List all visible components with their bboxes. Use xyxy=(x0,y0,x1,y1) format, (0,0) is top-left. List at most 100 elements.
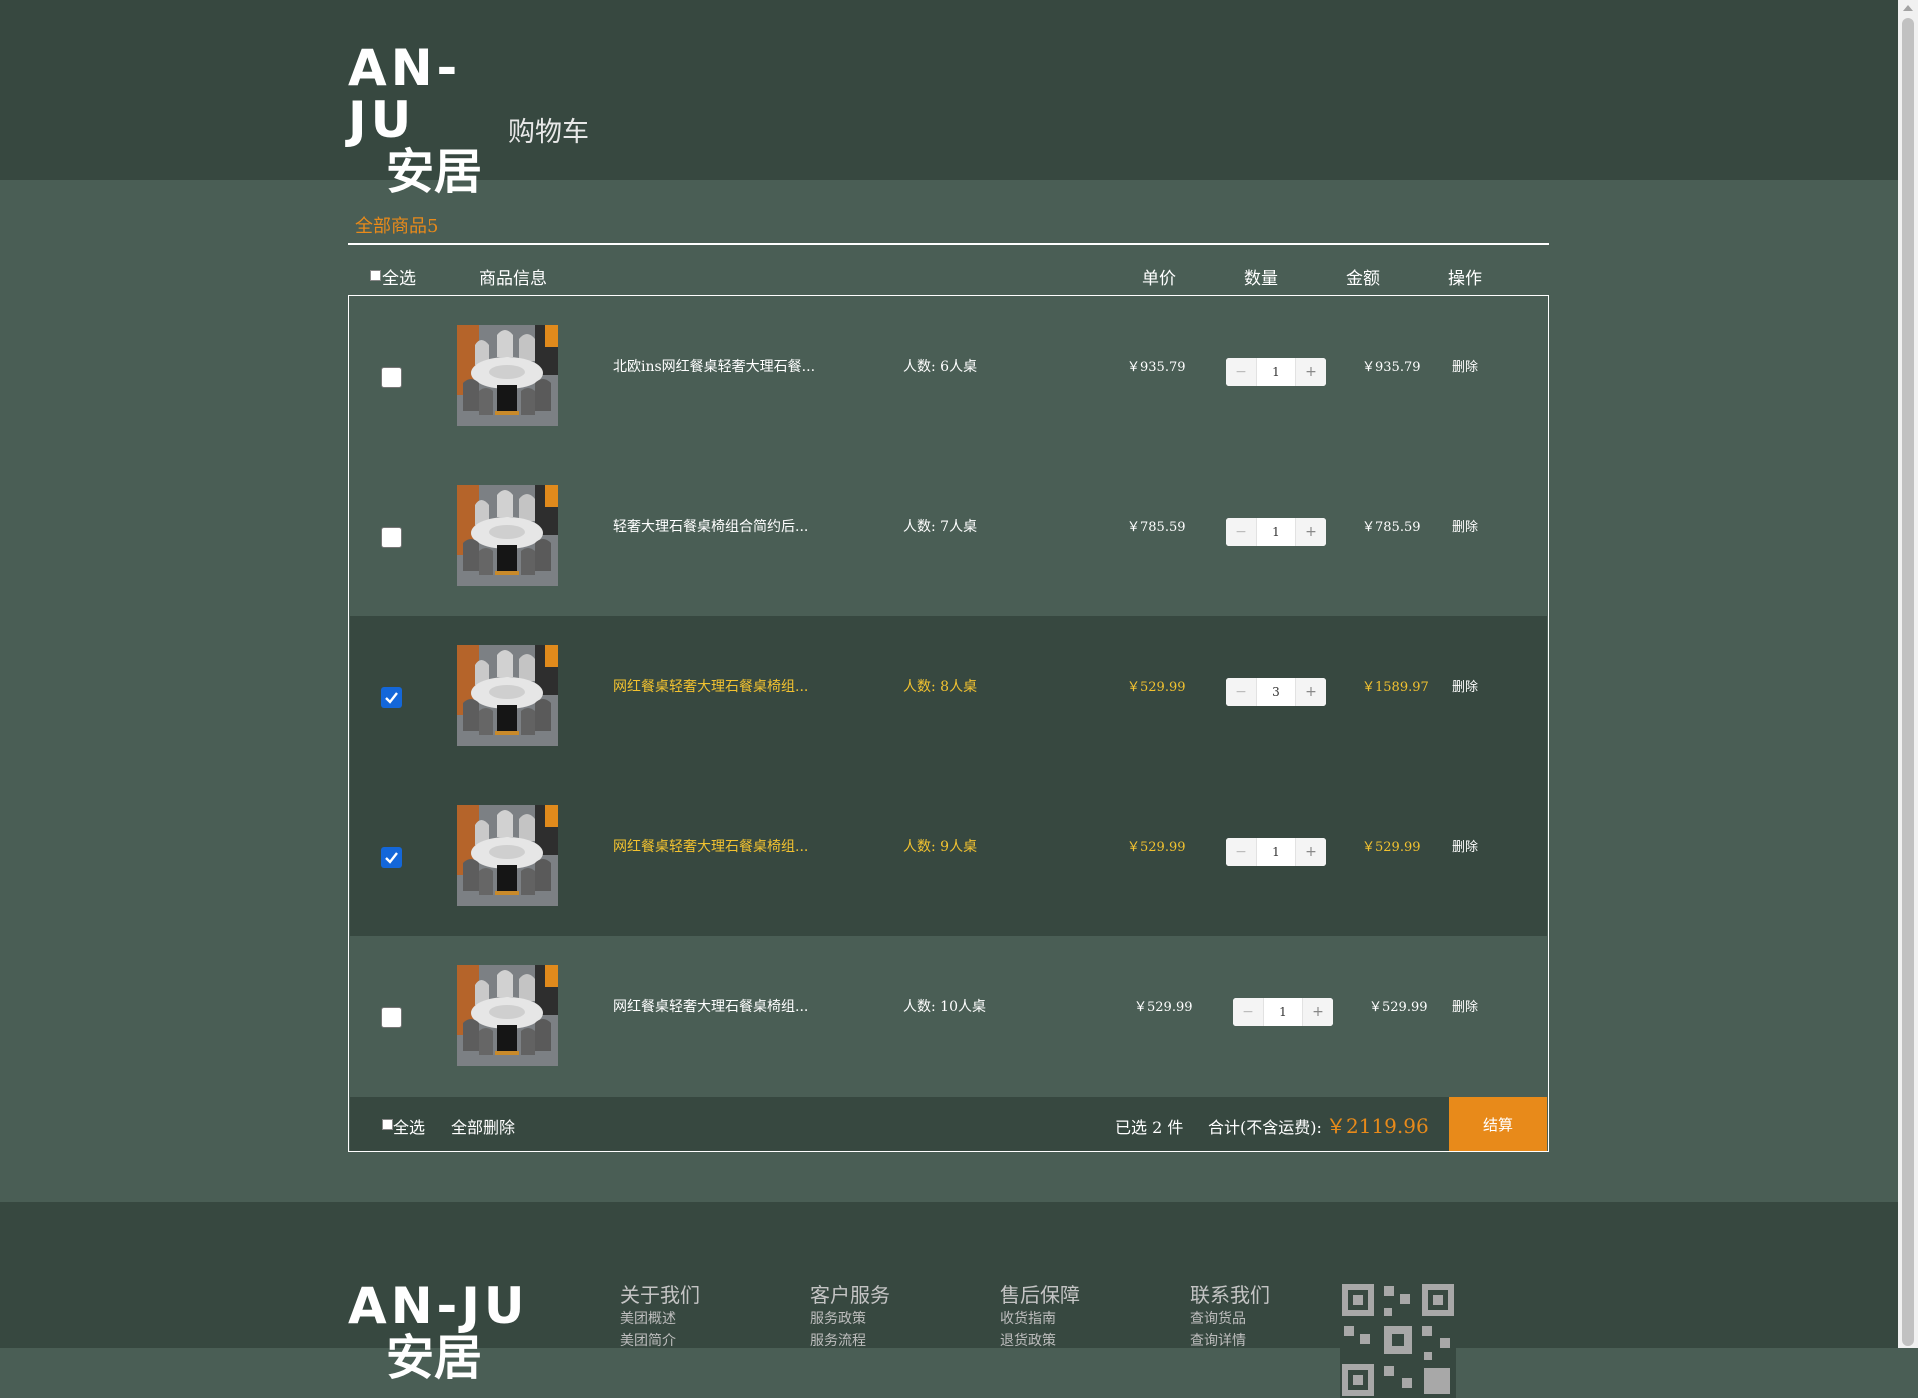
footer-logo[interactable]: AN-JU 安居 xyxy=(348,1280,529,1384)
select-all-label-bottom[interactable]: 全选 xyxy=(393,1114,425,1138)
increase-quantity-button[interactable]: + xyxy=(1296,358,1326,386)
page-title: 购物车 xyxy=(508,117,589,148)
unit-price: ￥529.99 xyxy=(1127,680,1186,695)
column-quantity: 数量 xyxy=(1244,269,1278,289)
product-spec: 人数: 7人桌 xyxy=(903,519,978,535)
checkmark-icon xyxy=(385,692,398,704)
unit-price: ￥529.99 xyxy=(1134,1000,1193,1015)
footer-col-about: 关于我们 美团概述 美团简介 xyxy=(620,1282,700,1352)
quantity-input[interactable]: 1 xyxy=(1263,998,1303,1026)
footer-link[interactable]: 查询详情 xyxy=(1190,1330,1270,1352)
delete-item-button[interactable]: 删除 xyxy=(1452,836,1478,855)
decrease-quantity-button[interactable]: − xyxy=(1226,358,1256,386)
scrollbar-thumb[interactable] xyxy=(1902,18,1914,1346)
unit-price: ￥785.59 xyxy=(1127,520,1186,535)
selected-count: 已选 2 件 xyxy=(1115,1118,1184,1137)
product-thumbnail[interactable] xyxy=(457,485,558,586)
cart-item-row: 网红餐桌轻奢大理石餐桌椅组... 人数: 10人桌 ￥529.99 −1 + ￥529.9… xyxy=(350,936,1547,1096)
item-checkbox[interactable] xyxy=(381,687,402,708)
footer-link[interactable]: 退货政策 xyxy=(1000,1330,1080,1352)
quantity-input[interactable]: 1 xyxy=(1256,358,1296,386)
footer-link[interactable]: 收货指南 xyxy=(1000,1308,1080,1330)
column-product-info: 商品信息 xyxy=(479,269,547,289)
column-unit-price: 单价 xyxy=(1142,269,1176,289)
footer-col-service: 客户服务 服务政策 服务流程 xyxy=(810,1282,890,1352)
increase-quantity-button[interactable]: + xyxy=(1296,518,1326,546)
logo-chinese: 安居 xyxy=(386,144,483,200)
footer-col-aftersales: 售后保障 收货指南 退货政策 xyxy=(1000,1282,1080,1352)
unit-price: ￥935.79 xyxy=(1127,360,1186,375)
checkout-button[interactable]: 结算 xyxy=(1449,1097,1547,1151)
site-logo[interactable]: AN-JU 安居 xyxy=(348,42,518,198)
footer-link[interactable]: 服务政策 xyxy=(810,1308,890,1330)
scroll-up-arrow-icon[interactable] xyxy=(1903,5,1913,11)
item-subtotal: ￥529.99 xyxy=(1369,1000,1428,1015)
item-checkbox[interactable] xyxy=(381,527,402,548)
page-scrollbar[interactable] xyxy=(1898,0,1918,1348)
decrease-quantity-button[interactable]: − xyxy=(1233,998,1263,1026)
product-thumbnail[interactable] xyxy=(457,965,558,1066)
footer-col-title: 售后保障 xyxy=(1000,1283,1080,1307)
increase-quantity-button[interactable]: + xyxy=(1296,678,1326,706)
quantity-input[interactable]: 1 xyxy=(1256,518,1296,546)
product-name[interactable]: 轻奢大理石餐桌椅组合简约后... xyxy=(613,516,808,536)
product-name[interactable]: 网红餐桌轻奢大理石餐桌椅组... xyxy=(613,676,808,696)
footer-link[interactable]: 服务流程 xyxy=(810,1330,890,1352)
item-checkbox[interactable] xyxy=(381,367,402,388)
item-checkbox[interactable] xyxy=(381,847,402,868)
cart-item-row: 网红餐桌轻奢大理石餐桌椅组... 人数: 9人桌 ￥529.99 −1 + ￥529.99… xyxy=(350,776,1547,936)
product-spec: 人数: 6人桌 xyxy=(903,359,978,375)
increase-quantity-button[interactable]: + xyxy=(1303,998,1333,1026)
footer-logo-chinese: 安居 xyxy=(386,1330,483,1386)
select-all-checkbox-top[interactable] xyxy=(370,270,381,281)
unit-price: ￥529.99 xyxy=(1127,840,1186,855)
tab-divider xyxy=(348,243,1549,245)
delete-item-button[interactable]: 删除 xyxy=(1452,676,1478,695)
footer-col-title: 关于我们 xyxy=(620,1283,700,1307)
cart-item-row: 北欧ins网红餐桌轻奢大理石餐... 人数: 6人桌 ￥935.79 −1 + ￥935.… xyxy=(350,296,1547,456)
column-amount: 金额 xyxy=(1346,269,1380,289)
column-action: 操作 xyxy=(1448,269,1482,289)
cart-item-row: 网红餐桌轻奢大理石餐桌椅组... 人数: 8人桌 ￥529.99 −3 + ￥1589.9… xyxy=(350,616,1547,776)
decrease-quantity-button[interactable]: − xyxy=(1226,678,1256,706)
footer-link[interactable]: 美团概述 xyxy=(620,1308,700,1330)
item-checkbox[interactable] xyxy=(381,1007,402,1028)
delete-item-button[interactable]: 删除 xyxy=(1452,516,1478,535)
footer-col-title: 联系我们 xyxy=(1190,1283,1270,1307)
quantity-input[interactable]: 3 xyxy=(1256,678,1296,706)
tab-all-items[interactable]: 全部商品5 xyxy=(355,212,438,238)
product-name[interactable]: 网红餐桌轻奢大理石餐桌椅组... xyxy=(613,996,808,1016)
product-thumbnail[interactable] xyxy=(457,325,558,426)
quantity-stepper: −1 + xyxy=(1226,838,1326,866)
select-all-checkbox-bottom[interactable] xyxy=(382,1119,393,1130)
qr-code-icon xyxy=(1340,1282,1456,1398)
quantity-stepper: −1 + xyxy=(1233,998,1333,1026)
delete-item-button[interactable]: 删除 xyxy=(1452,356,1478,375)
quantity-stepper: −3 + xyxy=(1226,678,1326,706)
checkmark-icon xyxy=(385,852,398,864)
delete-all-button[interactable]: 全部删除 xyxy=(451,1114,515,1138)
site-header: AN-JU 安居 购物车 xyxy=(0,0,1898,198)
product-spec: 人数: 8人桌 xyxy=(903,679,978,695)
logo-english: AN-JU xyxy=(348,39,462,149)
footer-link[interactable]: 查询货品 xyxy=(1190,1308,1270,1330)
item-subtotal: ￥1589.97 xyxy=(1362,680,1429,695)
product-name[interactable]: 网红餐桌轻奢大理石餐桌椅组... xyxy=(613,836,808,856)
quantity-input[interactable]: 1 xyxy=(1256,838,1296,866)
delete-item-button[interactable]: 删除 xyxy=(1452,996,1478,1015)
site-footer: AN-JU 安居 关于我们 美团概述 美团简介 客户服务 服务政策 服务流程 售… xyxy=(0,1202,1898,1398)
product-thumbnail[interactable] xyxy=(457,645,558,746)
decrease-quantity-button[interactable]: − xyxy=(1226,518,1256,546)
footer-col-contact: 联系我们 查询货品 查询详情 xyxy=(1190,1282,1270,1352)
item-subtotal: ￥785.59 xyxy=(1362,520,1421,535)
product-thumbnail[interactable] xyxy=(457,805,558,906)
footer-link[interactable]: 美团简介 xyxy=(620,1330,700,1352)
select-all-label-top[interactable]: 全选 xyxy=(382,264,416,289)
footer-col-title: 客户服务 xyxy=(810,1283,890,1307)
product-name[interactable]: 北欧ins网红餐桌轻奢大理石餐... xyxy=(613,356,815,376)
increase-quantity-button[interactable]: + xyxy=(1296,838,1326,866)
product-spec: 人数: 9人桌 xyxy=(903,839,978,855)
decrease-quantity-button[interactable]: − xyxy=(1226,838,1256,866)
quantity-stepper: −1 + xyxy=(1226,518,1326,546)
footer-logo-english: AN-JU xyxy=(348,1277,529,1335)
